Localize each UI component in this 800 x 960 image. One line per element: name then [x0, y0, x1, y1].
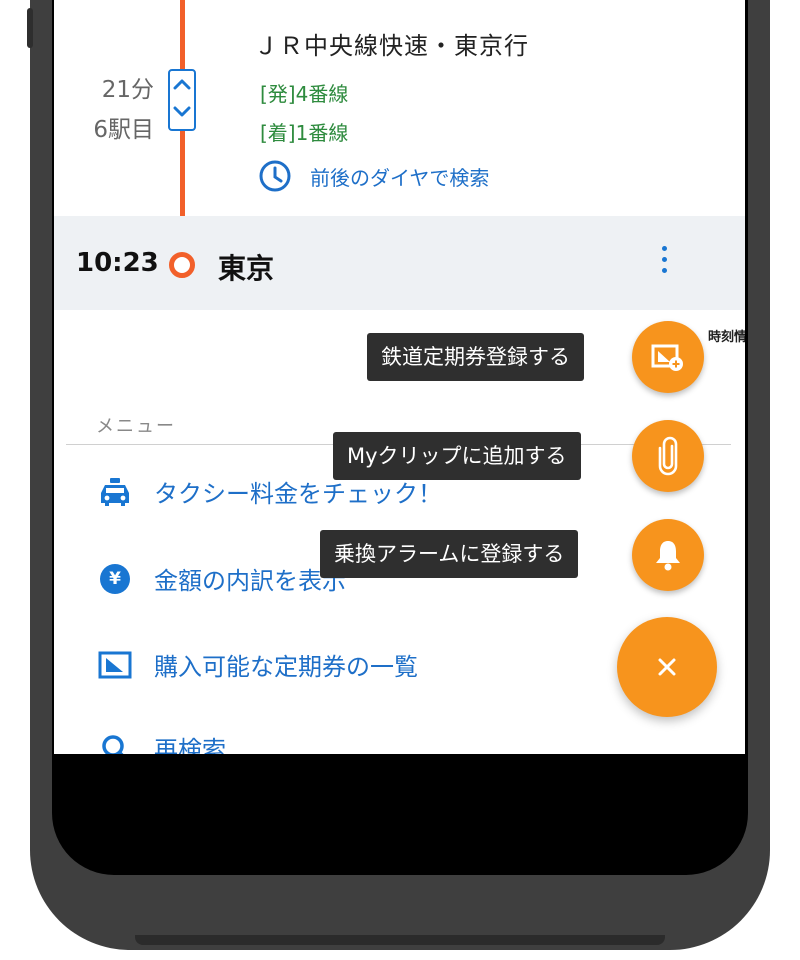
clock-icon [259, 160, 291, 192]
stop-count: 6駅目 [93, 117, 154, 143]
chevron-down-icon [173, 106, 191, 117]
departure-platform: [発]4番線 [260, 82, 349, 106]
paperclip-icon [658, 436, 678, 476]
register-alarm-tooltip[interactable]: 乗換アラームに登録する [320, 530, 579, 578]
menu-header: メニュー [96, 416, 176, 437]
chevron-up-icon [173, 79, 191, 90]
register-pass-button[interactable] [632, 321, 704, 393]
menu-item-label: 購入可能な定期券の一覧 [154, 653, 418, 681]
timetable-search-label: 前後のダイヤで検索 [310, 165, 490, 190]
register-pass-tooltip[interactable]: 鉄道定期券登録する [367, 333, 584, 381]
register-alarm-button[interactable] [632, 519, 704, 591]
arrival-platform: [着]1番線 [260, 121, 349, 145]
add-myclip-button[interactable] [632, 420, 704, 492]
close-fab-button[interactable] [617, 617, 717, 717]
expand-stops-toggle[interactable] [168, 69, 196, 131]
station-marker [169, 252, 195, 278]
phone-bottom-edge [135, 935, 665, 945]
more-options-icon[interactable] [654, 246, 674, 280]
commuter-pass-add-icon [651, 344, 683, 371]
timetable-search-link[interactable]: 前後のダイヤで検索 [258, 159, 489, 193]
commuter-pass-icon [98, 648, 132, 682]
menu-item-label: 再検索 [154, 736, 226, 754]
arrival-time: 10:23 [76, 248, 159, 278]
menu-item-commuter-pass-list[interactable]: 購入可能な定期券の一覧 [98, 647, 418, 682]
menu-item-fare-breakdown[interactable]: ¥ 金額の内訳を表示 [98, 561, 346, 596]
bell-icon [656, 541, 680, 571]
phone-side-button [27, 8, 33, 48]
close-icon [658, 658, 676, 676]
yen-icon: ¥ [98, 562, 132, 596]
train-name: ＪＲ中央線快速・東京行 [254, 32, 529, 60]
ride-duration: 21分 [101, 77, 154, 103]
menu-item-research[interactable]: 再検索 [98, 730, 226, 754]
yen-symbol: ¥ [100, 563, 130, 594]
taxi-icon [98, 475, 132, 509]
arrival-station: 東京 [218, 252, 275, 285]
arrival-row: 10:23 東京 [54, 216, 745, 310]
search-icon [98, 731, 132, 754]
add-myclip-tooltip[interactable]: Myクリップに追加する [333, 432, 581, 480]
menu-item-label: 金額の内訳を表示 [154, 567, 346, 595]
timetable-info-peek: 時刻情報 [708, 330, 745, 345]
